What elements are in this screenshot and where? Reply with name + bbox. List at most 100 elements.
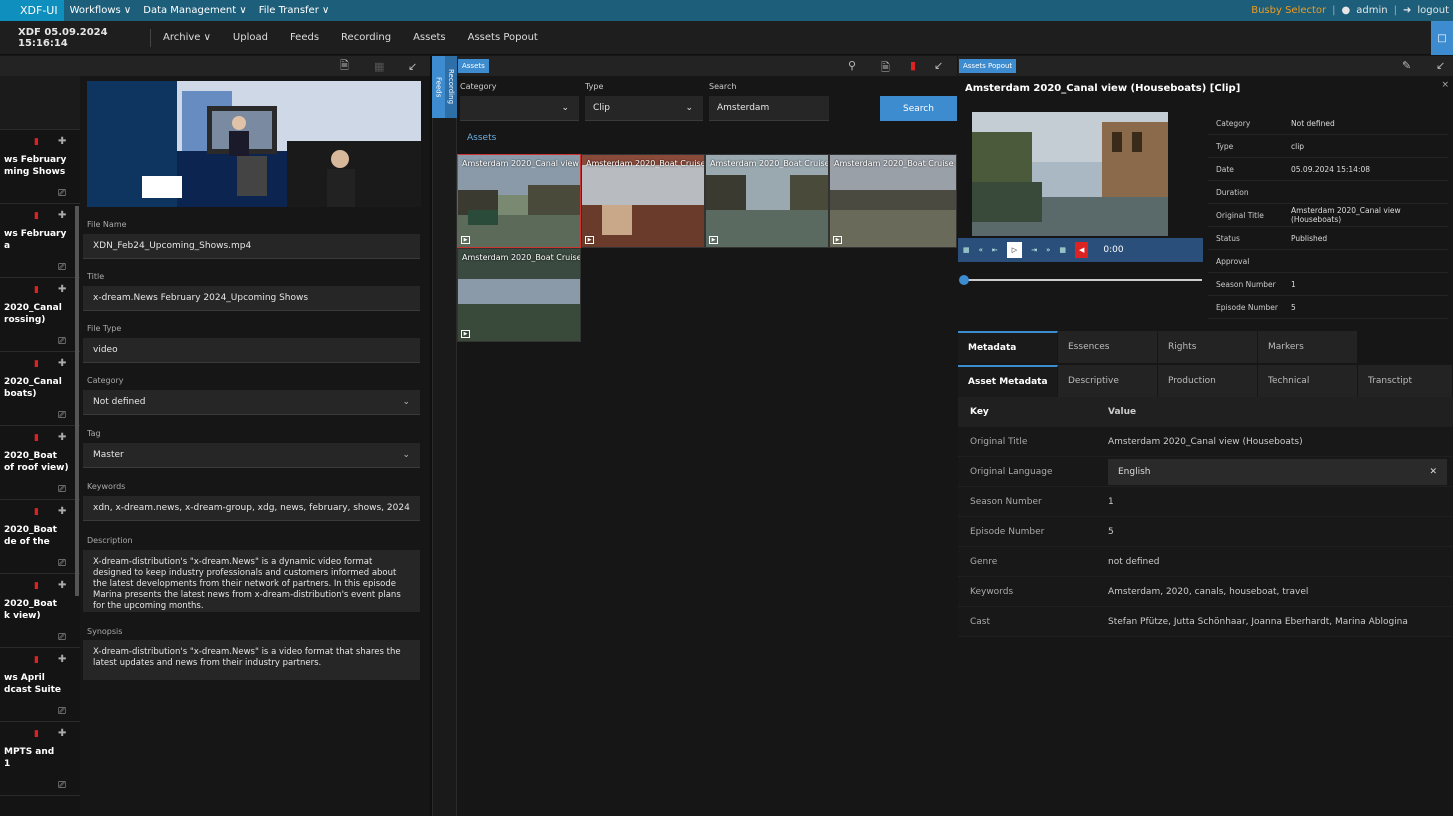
record-icon[interactable]: ⎚ <box>58 632 66 643</box>
move-icon[interactable]: ✚ <box>58 506 66 517</box>
record-icon[interactable]: ⎚ <box>58 336 66 347</box>
minimize-icon[interactable]: ↙ <box>1436 59 1445 72</box>
move-icon[interactable]: ✚ <box>58 284 66 295</box>
list-item[interactable]: ▮ ✚ ws February a ⎚ <box>0 204 80 278</box>
list-scrollbar[interactable] <box>75 206 79 596</box>
delete-icon[interactable]: ▮ <box>34 581 39 591</box>
search-icon[interactable]: ⚲ <box>848 59 856 72</box>
record-icon[interactable]: ⎚ <box>58 484 66 495</box>
nav-upload[interactable]: Upload <box>233 32 268 43</box>
list-item[interactable]: ▮ ✚ 2020_Boat k view) ⎚ <box>0 574 80 648</box>
tab-rights[interactable]: Rights <box>1158 331 1258 363</box>
tab-recording[interactable]: Recording <box>445 56 457 118</box>
list-item[interactable]: ▮ ✚ 2020_Canal boats) ⎚ <box>0 352 80 426</box>
move-icon[interactable]: ✚ <box>58 432 66 443</box>
record-icon[interactable]: ⎚ <box>58 558 66 569</box>
tag-select[interactable]: Master ⌄ <box>83 443 420 468</box>
document-icon[interactable]: 🗎 <box>340 57 349 76</box>
next-icon[interactable]: ⇥ <box>1031 246 1037 254</box>
file-type-field[interactable]: video <box>83 338 420 363</box>
keywords-field[interactable]: xdn, x-dream.news, x-dream-group, xdg, n… <box>83 496 420 521</box>
video-player[interactable] <box>972 112 1168 236</box>
busby-selector[interactable]: Busby Selector <box>1251 5 1326 16</box>
nav-feeds[interactable]: Feeds <box>290 32 319 43</box>
category-select[interactable]: Not defined ⌄ <box>83 390 420 415</box>
tab-technical[interactable]: Technical <box>1258 365 1358 397</box>
minimize-icon[interactable]: ↙ <box>934 59 943 72</box>
volume-icon[interactable]: ◀ <box>1074 242 1089 258</box>
record-icon[interactable]: ⎚ <box>58 706 66 717</box>
list-item[interactable]: ▮ ✚ 2020_Boat de of the ⎚ <box>0 500 80 574</box>
asset-thumbnail[interactable]: Amsterdam 2020_Boat Cruise (inside of th… <box>581 154 705 248</box>
tab-feeds[interactable]: Feeds <box>432 56 445 118</box>
list-item[interactable]: ▮ ✚ ws February ming Shows ⎚ <box>0 130 80 204</box>
edit-icon[interactable]: ✎ <box>1402 59 1411 72</box>
settings-icon[interactable]: ▦ <box>1059 246 1066 254</box>
list-item[interactable]: ▮ ✚ 2020_Boat of roof view) ⎚ <box>0 426 80 500</box>
user-name[interactable]: admin <box>1356 5 1387 16</box>
record-icon[interactable]: ⎚ <box>58 410 66 421</box>
delete-icon[interactable]: ▮ <box>34 285 39 295</box>
document-icon[interactable]: 🗎 <box>881 59 890 78</box>
asset-thumbnail[interactable]: Amsterdam 2020_Canal view (Houseboats) ▶ <box>457 154 581 248</box>
record-icon[interactable]: ⎚ <box>58 188 66 199</box>
move-icon[interactable]: ✚ <box>58 210 66 221</box>
menu-data-management[interactable]: Data Management ∨ <box>137 5 252 16</box>
seek-bar[interactable] <box>964 279 1202 281</box>
nav-archive[interactable]: Archive ∨ <box>163 32 211 43</box>
search-input[interactable]: Amsterdam <box>709 96 829 121</box>
record-icon[interactable]: ⎚ <box>58 262 66 273</box>
delete-icon[interactable]: ▮ <box>910 59 916 72</box>
delete-icon[interactable]: ▮ <box>34 507 39 517</box>
nav-assets[interactable]: Assets <box>413 32 446 43</box>
delete-icon[interactable]: ▮ <box>34 137 39 147</box>
delete-icon[interactable]: ▮ <box>34 433 39 443</box>
rewind-icon[interactable]: « <box>979 246 983 254</box>
app-brand[interactable]: XDF-UI <box>0 0 64 21</box>
delete-icon[interactable]: ▮ <box>34 211 39 221</box>
delete-icon[interactable]: ▮ <box>34 655 39 665</box>
tab-production[interactable]: Production <box>1158 365 1258 397</box>
language-select[interactable]: English ✕ <box>1108 458 1447 485</box>
tab-essences[interactable]: Essences <box>1058 331 1158 363</box>
tab-transcript[interactable]: Transctipt <box>1358 365 1453 397</box>
fast-forward-icon[interactable]: » <box>1046 246 1050 254</box>
tab-assets-popout[interactable]: Assets Popout <box>959 59 1017 73</box>
asset-thumbnail[interactable]: Amsterdam 2020_Boat Cruise (top of roof … <box>829 154 957 248</box>
move-icon[interactable]: ✚ <box>58 136 66 147</box>
list-item[interactable]: ▮ ✚ ws April dcast Suite ⎚ <box>0 648 80 722</box>
synopsis-textarea[interactable]: X-dream-distribution's "x-dream.News" is… <box>83 640 420 680</box>
tab-assets[interactable]: Assets <box>458 59 489 73</box>
asset-thumbnail[interactable]: Amsterdam 2020_Boat Cruise (back view) ▶ <box>705 154 829 248</box>
move-icon[interactable]: ✚ <box>58 580 66 591</box>
fullscreen-icon[interactable]: ▦ <box>963 246 970 254</box>
type-select[interactable]: Clip ⌄ <box>585 96 703 121</box>
category-select[interactable]: ⌄ <box>460 96 579 121</box>
tab-metadata[interactable]: Metadata <box>958 331 1058 363</box>
nav-assets-popout[interactable]: Assets Popout <box>468 32 538 43</box>
logout-icon[interactable]: ➜ <box>1403 5 1411 16</box>
nav-recording[interactable]: Recording <box>341 32 391 43</box>
delete-icon[interactable]: ▮ <box>34 729 39 739</box>
menu-file-transfer[interactable]: File Transfer ∨ <box>253 5 336 16</box>
description-textarea[interactable]: X-dream-distribution's "x-dream.News" is… <box>83 550 420 612</box>
move-icon[interactable]: ✚ <box>58 728 66 739</box>
tab-markers[interactable]: Markers <box>1258 331 1358 363</box>
list-item[interactable]: ▮ ✚ MPTS and 1 ⎚ <box>0 722 80 796</box>
expand-button[interactable]: □ <box>1431 21 1453 55</box>
minimize-icon[interactable]: ↙ <box>408 60 417 73</box>
previous-icon[interactable]: ⇤ <box>992 246 998 254</box>
move-icon[interactable]: ✚ <box>58 654 66 665</box>
clear-icon[interactable]: ✕ <box>1429 467 1437 477</box>
asset-thumbnail[interactable]: Amsterdam 2020_Boat Cruise (canal crossi… <box>457 248 581 342</box>
logout-link[interactable]: logout <box>1417 5 1449 16</box>
seek-handle[interactable] <box>959 275 969 285</box>
list-item[interactable]: ▮ ✚ 2020_Canal rossing) ⎚ <box>0 278 80 352</box>
tab-descriptive[interactable]: Descriptive <box>1058 365 1158 397</box>
record-icon[interactable]: ⎚ <box>58 780 66 791</box>
delete-icon[interactable]: ▮ <box>34 359 39 369</box>
close-icon[interactable]: × <box>1441 80 1449 90</box>
tab-asset-metadata[interactable]: Asset Metadata <box>958 365 1058 397</box>
grid-icon[interactable]: ▦ <box>374 60 384 73</box>
title-field[interactable]: x-dream.News February 2024_Upcoming Show… <box>83 286 420 311</box>
